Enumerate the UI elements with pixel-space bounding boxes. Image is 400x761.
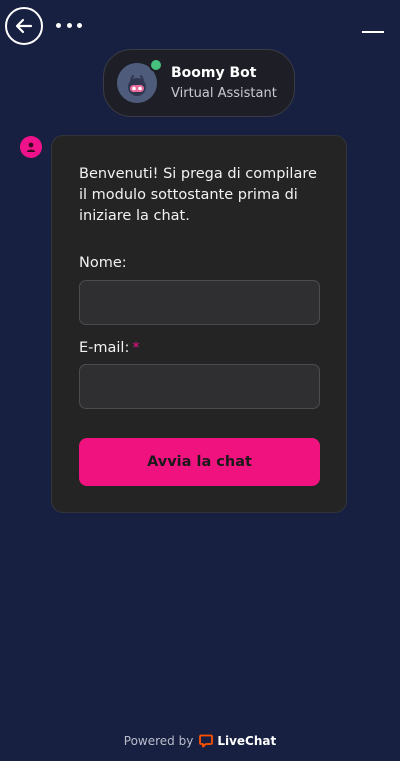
bot-header: Boomy Bot Virtual Assistant [103,49,295,117]
dot [56,22,61,28]
bot-name: Boomy Bot [171,64,257,81]
dot [66,22,72,28]
minimize-button[interactable] [362,22,384,36]
bot-role: Virtual Assistant [171,85,277,101]
bot-info: Boomy Bot Virtual Assistant [171,64,277,103]
powered-by-footer[interactable]: Powered by LiveChat [0,731,400,751]
livechat-logo-icon [199,734,214,748]
form-intro-text: Benvenuti! Si prega di compilare il modu… [79,166,317,224]
online-status-dot [149,58,163,72]
name-label: Nome: [79,255,127,271]
required-marker: * [132,340,140,356]
name-input[interactable] [79,280,320,325]
email-label-row: E-mail: * [79,340,140,356]
email-input[interactable] [79,364,320,409]
back-button[interactable] [5,7,43,45]
message-avatar [20,136,42,158]
back-arrow-icon [15,18,33,34]
dot [77,22,82,28]
prechat-form-card: Benvenuti! Si prega di compilare il modu… [51,135,347,513]
email-label: E-mail: [79,340,130,356]
livechat-brand: LiveChat [217,734,277,748]
user-icon [26,142,36,152]
start-chat-button[interactable]: Avvia la chat [79,438,320,486]
more-options-button[interactable] [56,15,82,35]
powered-by-text: Powered by [123,734,194,748]
avatar-wrapper [117,58,163,103]
